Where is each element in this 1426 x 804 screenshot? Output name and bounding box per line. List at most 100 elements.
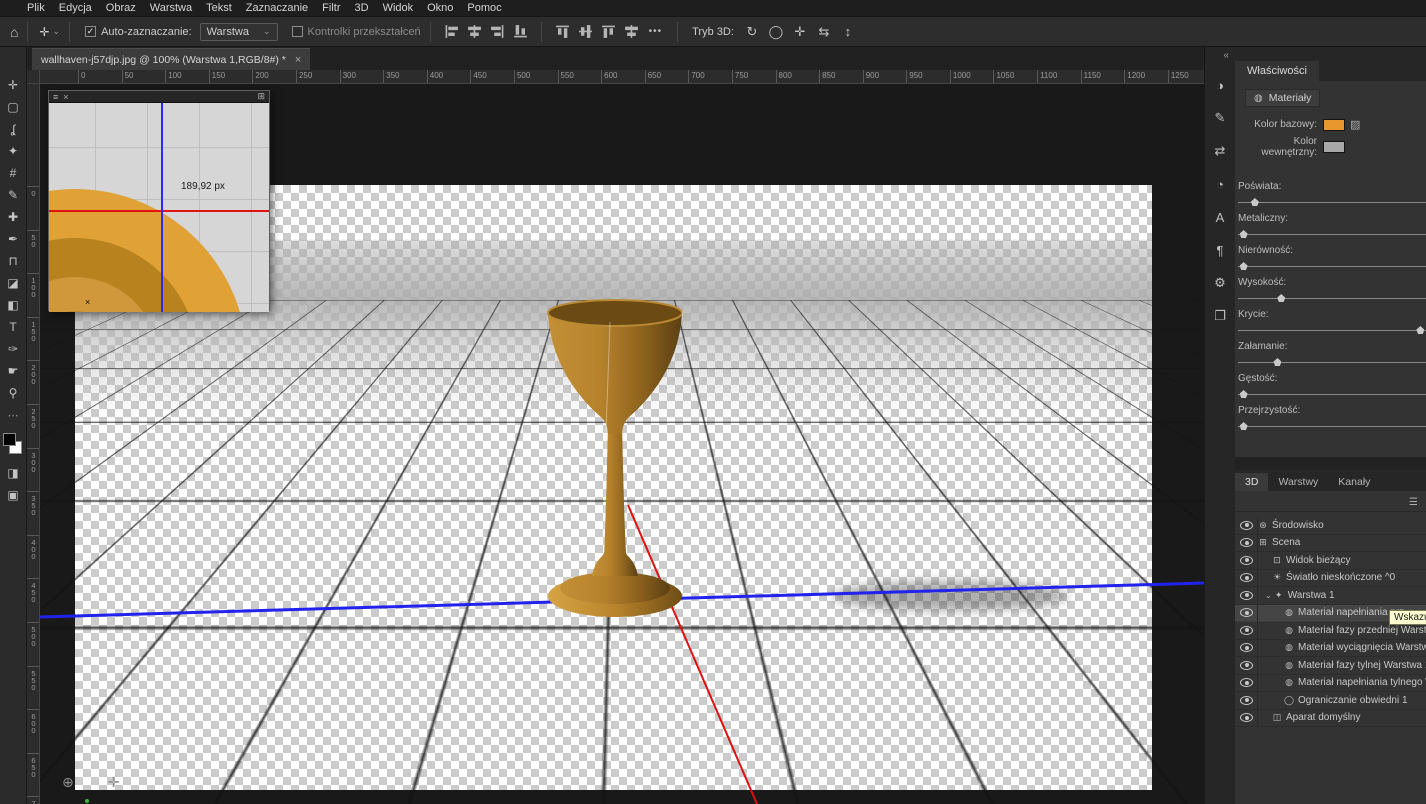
menu-3d[interactable]: 3D <box>348 2 376 14</box>
brush-settings-panel-icon[interactable]: ✎ <box>1207 106 1233 130</box>
histogram-panel-icon[interactable]: ◑ <box>1207 73 1233 97</box>
quick-mask-icon[interactable]: ◨ <box>0 462 26 484</box>
slider-thumb[interactable] <box>1277 294 1285 302</box>
auto-select-checkbox[interactable]: ✓ <box>85 26 96 37</box>
menu-okno[interactable]: Okno <box>420 2 460 14</box>
rectangular-marquee-tool[interactable]: ▢ <box>0 96 26 118</box>
visibility-eye-icon[interactable] <box>1240 591 1253 600</box>
3d-roll-icon[interactable]: ◯ <box>765 24 787 40</box>
scene-item-aparat-domyslny[interactable]: ◫ Aparat domyślny <box>1235 710 1426 728</box>
3d-axis-green-handle[interactable] <box>85 799 89 803</box>
secondary-view-body[interactable]: 189,92 px × <box>49 103 269 312</box>
type-tool[interactable]: T <box>0 316 26 338</box>
slider-track[interactable] <box>1238 426 1426 427</box>
view-grid-icon[interactable]: ⊞ <box>257 91 265 101</box>
libraries-panel-icon[interactable]: ❐ <box>1207 304 1233 328</box>
distribute-bottom-icon[interactable] <box>601 24 616 39</box>
move-tool[interactable]: ✛ <box>0 74 26 96</box>
menu-tekst[interactable]: Tekst <box>199 2 239 14</box>
3d-axis-widget-icon[interactable]: ✛ <box>108 774 120 791</box>
scene-item-srodowisko[interactable]: ⊛ Środowisko <box>1235 517 1426 535</box>
slider-track[interactable] <box>1238 234 1426 235</box>
transform-controls-checkbox[interactable] <box>292 26 303 37</box>
base-color-swatch[interactable] <box>1323 119 1345 131</box>
horizontal-ruler[interactable]: 0501001502002503003504004505005506006507… <box>40 70 1204 84</box>
materials-tab-chip[interactable]: ◍ Materiały <box>1245 89 1320 107</box>
auto-select-target-dropdown[interactable]: Warstwa ⌄ <box>200 23 278 41</box>
screen-mode-icon[interactable]: ▣ <box>0 484 26 506</box>
scene-item-material-fazy-tylnej[interactable]: ◍ Materiał fazy tylnej Warstwa 1 <box>1235 657 1426 675</box>
visibility-eye-icon[interactable] <box>1240 626 1253 635</box>
tab-kanaly[interactable]: Kanały <box>1328 473 1380 491</box>
disclosure-chevron-icon[interactable]: ⌄ <box>1265 591 1272 600</box>
slider-thumb[interactable] <box>1251 198 1259 206</box>
ruler-corner[interactable] <box>27 70 40 84</box>
home-icon[interactable]: ⌂ <box>10 24 18 40</box>
tree-options-icon[interactable]: ☰ <box>1409 497 1418 508</box>
3d-ground-plane-icon[interactable]: ⊕ <box>62 774 74 791</box>
visibility-eye-icon[interactable] <box>1240 538 1253 547</box>
tools-panel-icon[interactable]: ⚙ <box>1207 271 1233 295</box>
document-tab[interactable]: wallhaven-j57djp.jpg @ 100% (Warstwa 1,R… <box>32 48 310 70</box>
scene-item-scena[interactable]: ⊞ Scena <box>1235 535 1426 553</box>
visibility-eye-icon[interactable] <box>1240 661 1253 670</box>
lasso-tool[interactable]: ʆ <box>0 118 26 140</box>
view-list-icon[interactable]: ≡ <box>53 92 58 102</box>
distribute-top-icon[interactable] <box>555 24 570 39</box>
menu-edycja[interactable]: Edycja <box>52 2 99 14</box>
vertical-ruler[interactable]: 0501001502002503003504004505005506006507… <box>27 84 40 804</box>
visibility-eye-icon[interactable] <box>1240 678 1253 687</box>
visibility-eye-icon[interactable] <box>1240 608 1253 617</box>
slider-thumb[interactable] <box>1240 262 1248 270</box>
texture-icon[interactable]: ▨ <box>1350 118 1360 131</box>
clone-stamp-tool[interactable]: ⊓ <box>0 250 26 272</box>
menu-obraz[interactable]: Obraz <box>99 2 143 14</box>
slider-track[interactable] <box>1238 394 1426 395</box>
visibility-eye-icon[interactable] <box>1240 573 1253 582</box>
paragraph-panel-icon[interactable]: ¶ <box>1207 238 1233 262</box>
menu-pomoc[interactable]: Pomoc <box>460 2 508 14</box>
hand-tool[interactable]: ☛ <box>0 360 26 382</box>
visibility-eye-icon[interactable] <box>1240 643 1253 652</box>
align-bottom-icon[interactable] <box>513 24 528 39</box>
tab-warstwy[interactable]: Warstwy <box>1268 473 1328 491</box>
quick-selection-tool[interactable]: ✦ <box>0 140 26 162</box>
inner-color-swatch[interactable] <box>1323 141 1345 153</box>
visibility-eye-icon[interactable] <box>1240 521 1253 530</box>
3d-pan-icon[interactable]: ✛ <box>789 24 811 40</box>
scene-item-material-napelniania-tylnego[interactable]: ◍ Materiał napełniania tylnego Wa... <box>1235 675 1426 693</box>
3d-rotate-icon[interactable]: ↻ <box>741 24 763 40</box>
menu-widok[interactable]: Widok <box>376 2 421 14</box>
view-close-icon[interactable]: × <box>63 92 68 102</box>
eraser-tool[interactable]: ◪ <box>0 272 26 294</box>
tab-properties[interactable]: Właściwości <box>1235 61 1319 81</box>
scene-item-widok-biezacy[interactable]: ⊡ Widok bieżący <box>1235 552 1426 570</box>
slider-track[interactable] <box>1238 202 1426 203</box>
dial-panel-icon[interactable]: ◔ <box>1207 172 1233 196</box>
slider-track[interactable] <box>1238 362 1426 363</box>
crop-tool[interactable]: # <box>0 162 26 184</box>
zoom-tool[interactable]: ⚲ <box>0 382 26 404</box>
more-options-button[interactable]: ••• <box>649 26 663 37</box>
edit-toolbar-ellipsis-icon[interactable]: ⋯ <box>0 404 26 426</box>
slider-thumb[interactable] <box>1240 390 1248 398</box>
eyedropper-tool[interactable]: ✎ <box>0 184 26 206</box>
slider-thumb[interactable] <box>1240 230 1248 238</box>
secondary-view-titlebar[interactable]: ≡ × ⊞ <box>49 91 269 103</box>
spot-healing-brush-tool[interactable]: ✚ <box>0 206 26 228</box>
chevron-down-icon[interactable]: ⌄ <box>53 26 61 37</box>
scene-item-swiatlo-nieskonczone[interactable]: ☀ Światło nieskończone ^0 <box>1235 570 1426 588</box>
secondary-view-window[interactable]: ≡ × ⊞ 189,92 px × <box>48 90 270 311</box>
slider-track[interactable] <box>1238 266 1426 267</box>
tab-3d[interactable]: 3D <box>1235 473 1268 491</box>
align-right-icon[interactable] <box>490 24 505 39</box>
menu-zaznaczanie[interactable]: Zaznaczanie <box>239 2 315 14</box>
slider-track[interactable] <box>1238 298 1426 299</box>
visibility-eye-icon[interactable] <box>1240 713 1253 722</box>
brush-tool[interactable]: ✒ <box>0 228 26 250</box>
gradient-tool[interactable]: ◧ <box>0 294 26 316</box>
slider-thumb[interactable] <box>1240 422 1248 430</box>
collapse-panels-icon[interactable]: « <box>1223 50 1235 61</box>
3d-scale-icon[interactable]: ↕ <box>837 24 859 40</box>
distribute-vertical-center-icon[interactable] <box>578 24 593 39</box>
